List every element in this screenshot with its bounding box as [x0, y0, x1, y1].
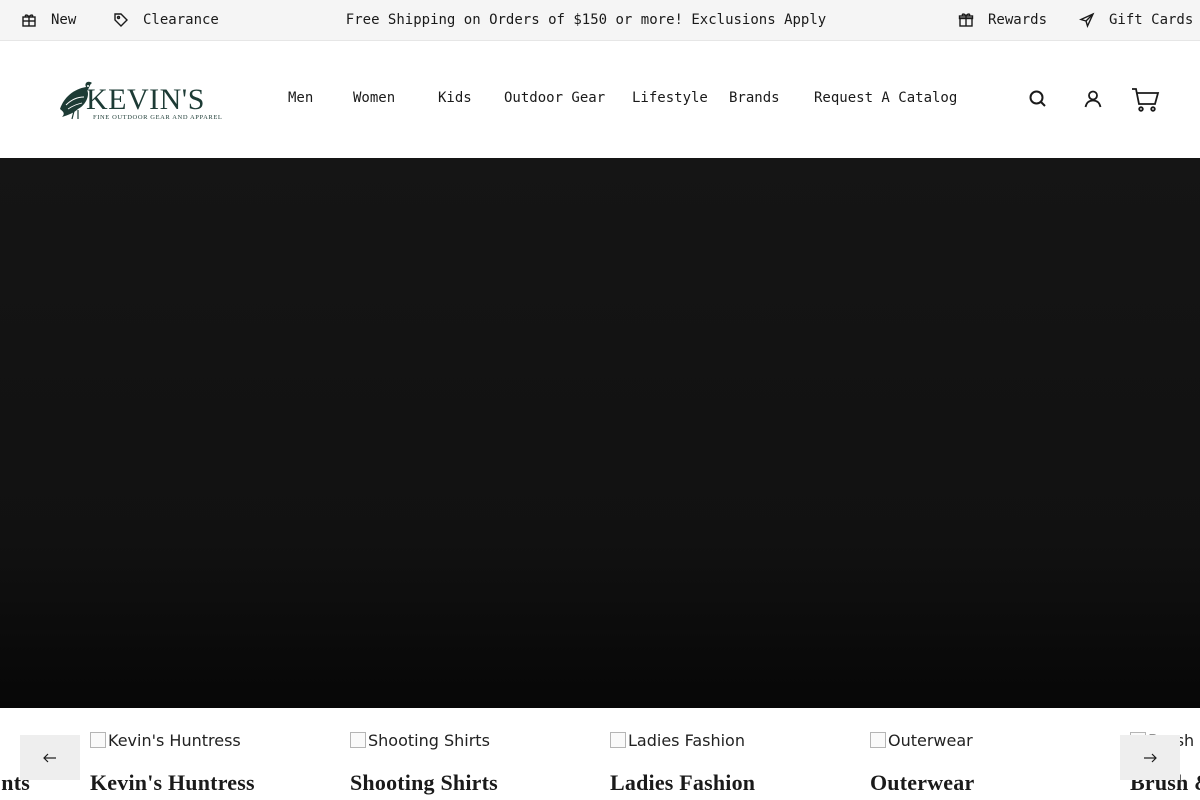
- logo-tagline: FINE OUTDOOR GEAR AND APPAREL: [93, 114, 223, 121]
- category-carousel: nts Kevin's Huntress Kevin's Huntress Sh…: [0, 708, 1200, 800]
- promo-text: Free Shipping on Orders of $150 or more!…: [345, 12, 827, 28]
- broken-image-icon: [350, 732, 366, 748]
- gift-icon: [958, 13, 974, 27]
- paper-plane-icon: [1079, 12, 1095, 28]
- search-icon[interactable]: [1024, 85, 1052, 113]
- category-image: Shooting Shirts: [350, 728, 590, 752]
- brand-logo[interactable]: KEVIN'S FINE OUTDOOR GEAR AND APPAREL: [56, 79, 242, 125]
- broken-image-icon: [90, 732, 106, 748]
- category-title: Shooting Shirts: [350, 770, 498, 795]
- announcement-bar: New Clearance Free Shipping on Orders of…: [0, 0, 1200, 41]
- broken-image-icon: [610, 732, 626, 748]
- category-card[interactable]: Outerwear Outerwear: [870, 708, 1110, 796]
- category-title: Ladies Fashion: [610, 770, 756, 795]
- rewards-link[interactable]: Rewards: [958, 0, 1047, 40]
- carousel-prev-button[interactable]: [20, 735, 80, 780]
- category-card[interactable]: Shooting Shirts Shooting Shirts: [350, 708, 590, 796]
- category-image-alt: Kevin's Huntress: [108, 730, 241, 750]
- carousel-next-button[interactable]: [1120, 735, 1180, 780]
- hero-banner[interactable]: [0, 158, 1200, 708]
- site-header: KEVIN'S FINE OUTDOOR GEAR AND APPAREL Me…: [0, 41, 1200, 158]
- category-title: Kevin's Huntress: [90, 770, 255, 795]
- arrow-left-icon: [43, 753, 56, 762]
- nav-kids[interactable]: Kids: [438, 90, 472, 106]
- nav-outdoor-gear[interactable]: Outdoor Gear: [504, 90, 605, 106]
- category-image: Ladies Fashion: [610, 728, 850, 752]
- category-image: Outerwear: [870, 728, 1110, 752]
- category-card[interactable]: Kevin's Huntress Kevin's Huntress: [90, 708, 330, 796]
- arrow-right-icon: [1144, 753, 1157, 762]
- account-icon[interactable]: [1079, 85, 1107, 113]
- category-card[interactable]: Ladies Fashion Ladies Fashion: [610, 708, 850, 796]
- category-image-alt: Outerwear: [888, 730, 973, 750]
- logo-wordmark: KEVIN'S: [86, 83, 205, 116]
- nav-men[interactable]: Men: [288, 90, 313, 106]
- gift-cards-link[interactable]: Gift Cards: [1079, 0, 1193, 40]
- category-title: Outerwear: [870, 770, 975, 795]
- category-image-alt: Ladies Fashion: [628, 730, 745, 750]
- nav-women[interactable]: Women: [353, 90, 395, 106]
- gift-cards-label: Gift Cards: [1109, 12, 1194, 28]
- category-image-alt: Shooting Shirts: [368, 730, 490, 750]
- nav-lifestyle[interactable]: Lifestyle: [632, 90, 708, 106]
- category-image: Kevin's Huntress: [90, 728, 330, 752]
- rewards-label: Rewards: [988, 12, 1048, 28]
- broken-image-icon: [870, 732, 886, 748]
- nav-request-catalog[interactable]: Request A Catalog: [814, 90, 957, 106]
- nav-brands[interactable]: Brands: [729, 90, 780, 106]
- cart-icon[interactable]: [1130, 84, 1160, 114]
